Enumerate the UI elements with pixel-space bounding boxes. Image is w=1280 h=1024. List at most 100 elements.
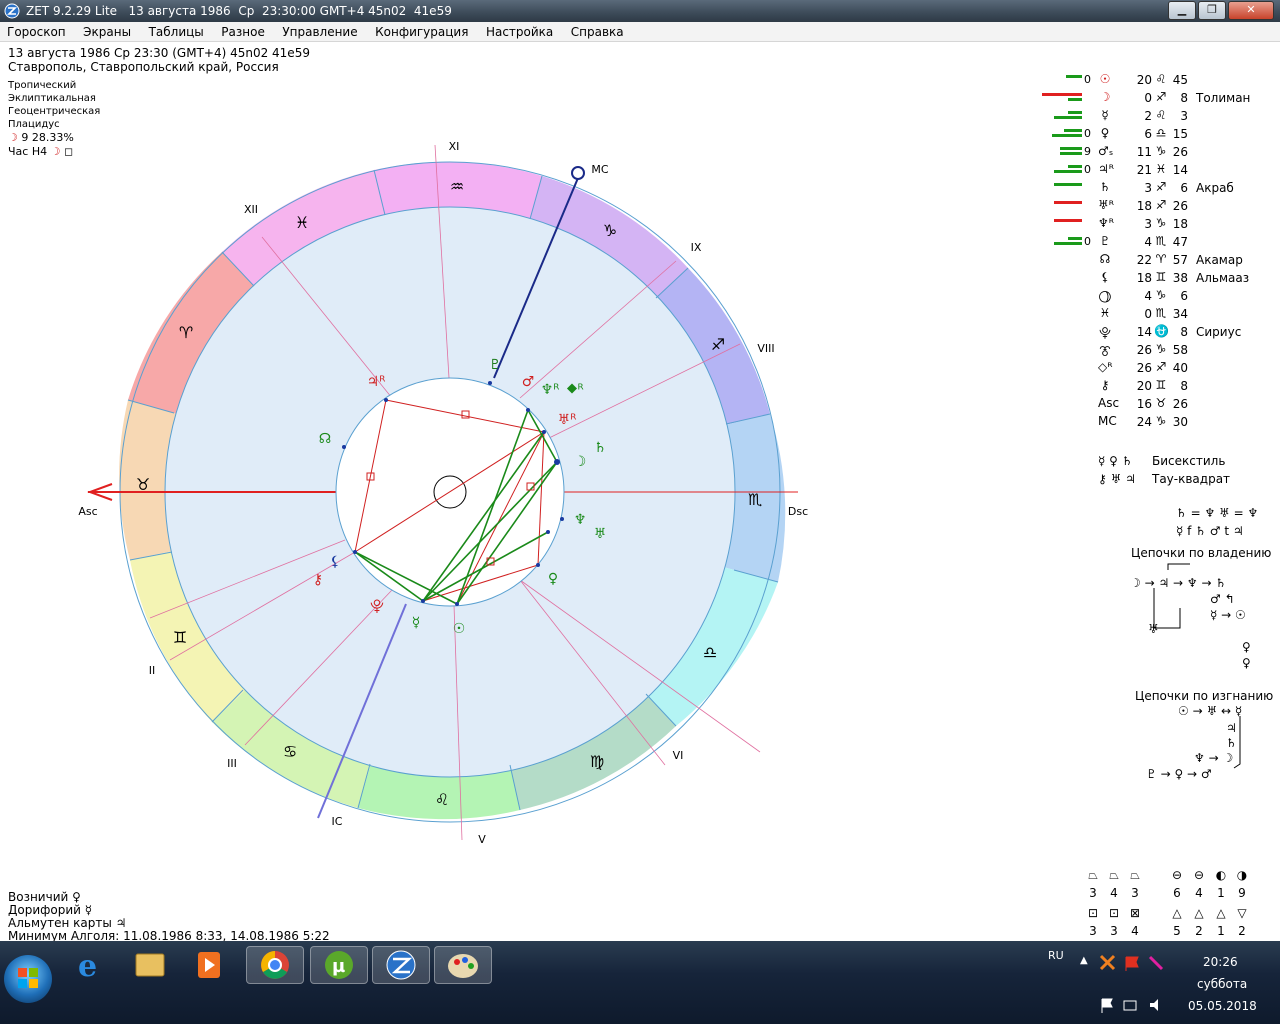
menu-tables[interactable]: Таблицы xyxy=(142,22,211,39)
planet-row[interactable]: 0 ♇ 4 ♏ 47 xyxy=(1030,234,1280,252)
minimize-button[interactable]: ▁ xyxy=(1168,1,1196,20)
planet-sign-icon: ♓ xyxy=(1155,162,1167,176)
strength-bar-1 xyxy=(1068,237,1082,240)
sign-sagittarius-icon: ♐ xyxy=(711,335,725,354)
maximize-button[interactable]: ❐ xyxy=(1198,1,1226,20)
count-symbol-icon: ⏢ xyxy=(1088,868,1098,882)
paint-taskbar-button[interactable] xyxy=(434,946,492,984)
house-xi-label: XI xyxy=(449,140,460,153)
planet-row[interactable]: Asc 16 ♉ 26 xyxy=(1030,396,1280,414)
mc-label: MC xyxy=(591,163,608,176)
count-value: 3 xyxy=(1131,886,1139,900)
planet-sign-icon: ♑ xyxy=(1155,342,1167,356)
clock-date[interactable]: 05.05.2018 xyxy=(1188,999,1257,1013)
planet-row[interactable]: ☿ 2 ♌ 3 xyxy=(1030,108,1280,126)
planet-row[interactable]: ♆ᴿ 3 ♑ 18 xyxy=(1030,216,1280,234)
planet-row[interactable]: ◇ᴿ 26 ♐ 40 xyxy=(1030,360,1280,378)
media-taskbar-button[interactable] xyxy=(182,946,238,982)
planet-row[interactable]: 0 ♃ᴿ 21 ♓ 14 xyxy=(1030,162,1280,180)
strength-bars xyxy=(1036,255,1082,267)
strength-bars xyxy=(1036,147,1082,159)
fixed-star: Толиман xyxy=(1196,91,1251,105)
start-button[interactable] xyxy=(4,955,52,1003)
planet-degree: 18 xyxy=(1136,199,1152,213)
planet-minute: 26 xyxy=(1172,145,1188,159)
network-icon xyxy=(1123,1000,1137,1011)
planet-minute: 8 xyxy=(1180,325,1188,339)
planet-degree: 6 xyxy=(1144,127,1152,141)
doryphoros: Дорифорий ☿ xyxy=(8,903,93,917)
ic-label: IC xyxy=(332,815,343,828)
planet-glyph-icon: ⚸ xyxy=(1100,270,1110,284)
menu-screens[interactable]: Экраны xyxy=(76,22,138,39)
strength-bars xyxy=(1036,309,1082,321)
svg-text:µ: µ xyxy=(332,956,345,977)
menu-settings[interactable]: Настройка xyxy=(479,22,560,39)
planet-row[interactable]: ♅ᴿ 18 ♐ 26 xyxy=(1030,198,1280,216)
menu-misc[interactable]: Разное xyxy=(214,22,272,39)
planet-row[interactable]: 9 ♂ₛ 11 ♑ 26 xyxy=(1030,144,1280,162)
count-value: 1 xyxy=(1217,924,1225,938)
planet-degree: 20 xyxy=(1136,73,1152,87)
strength-bars xyxy=(1036,291,1082,303)
explorer-taskbar-button[interactable] xyxy=(122,946,178,982)
chrome-taskbar-button[interactable] xyxy=(246,946,304,984)
planet-row[interactable]: ⯖ 4 ♑ 6 xyxy=(1030,288,1280,306)
planet-degree: 26 xyxy=(1136,343,1152,357)
chiron-chart-icon: ⚷ xyxy=(313,572,323,588)
planet-minute: 45 xyxy=(1172,73,1188,87)
planet-glyph-icon: ♓︎ xyxy=(1099,306,1111,320)
menu-configuration[interactable]: Конфигурация xyxy=(368,22,475,39)
strength-bars xyxy=(1036,183,1082,195)
strength-bar-2 xyxy=(1060,152,1082,155)
planet-row[interactable]: ⚷ 20 ♊ 8 xyxy=(1030,378,1280,396)
planet-row[interactable]: ♄ 3 ♐ 6 Акраб xyxy=(1030,180,1280,198)
planet-glyph-icon: ☉ xyxy=(1099,72,1111,86)
moon-chart-icon: ☽ xyxy=(574,454,587,470)
ie-taskbar-button[interactable]: e xyxy=(62,946,118,984)
strength-bars xyxy=(1036,273,1082,285)
planet-row[interactable]: 0 ♀ 6 ♎ 15 xyxy=(1030,126,1280,144)
planet-row[interactable]: MC 24 ♑ 30 xyxy=(1030,414,1280,432)
planet-digit: 0 xyxy=(1084,163,1091,176)
language-indicator[interactable]: RU xyxy=(1048,949,1064,962)
jupiter-chart-icon: ♃ᴿ xyxy=(367,374,386,390)
house-xii-label: XII xyxy=(244,203,258,216)
planet-row[interactable]: ☽ 0 ♐ 8 Толиман xyxy=(1030,90,1280,108)
planet-sign-icon: ♑ xyxy=(1155,216,1167,230)
clock-day[interactable]: суббота xyxy=(1197,977,1247,991)
utorrent-taskbar-button[interactable]: µ xyxy=(310,946,368,984)
window-titlebar[interactable]: ZET 9.2.29 Lite 13 августа 1986 Ср 23:30… xyxy=(0,0,1280,22)
planet-row[interactable]: ☊ 22 ♈ 57 Акамар xyxy=(1030,252,1280,270)
planet-row[interactable]: ⯓ 14 ⛎ 8 Сириус xyxy=(1030,324,1280,342)
planet-row[interactable]: ♓︎ 0 ♏ 34 xyxy=(1030,306,1280,324)
close-button[interactable]: ✕ xyxy=(1228,1,1274,20)
natal-chart-wheel[interactable]: ♒ ♑ ♓ ♐ ♈ ♏ ♉ ♎ ♊ ♍ ♋ ♌ XI MC XII IX VII… xyxy=(70,130,830,860)
tray-icons-row2[interactable] xyxy=(1098,995,1168,1015)
sign-leo-icon: ♌ xyxy=(435,790,449,809)
planet-row[interactable]: ⚸ 18 ♊ 38 Альмааз xyxy=(1030,270,1280,288)
planet-glyph-icon: ☊ xyxy=(1099,252,1111,266)
exile-chain-4: ♆ → ☽ xyxy=(1194,751,1234,765)
strength-bar-2 xyxy=(1052,134,1082,137)
house-system: Плацидус xyxy=(8,119,60,130)
tray-expand-icon[interactable]: ▲ xyxy=(1080,955,1088,966)
sign-aries-icon: ♈ xyxy=(179,323,193,342)
menu-control[interactable]: Управление xyxy=(275,22,364,39)
planet-degree: 14 xyxy=(1136,325,1152,339)
lilith2-chart-icon: ⚸ xyxy=(330,554,340,570)
count-symbol-icon: △ xyxy=(1172,906,1182,920)
menu-help[interactable]: Справка xyxy=(564,22,631,39)
center-type: Геоцентрическая xyxy=(8,106,101,117)
clock-time[interactable]: 20:26 xyxy=(1203,955,1238,969)
zet-taskbar-button[interactable] xyxy=(372,946,430,984)
menu-horoscope[interactable]: Гороскоп xyxy=(0,22,73,39)
strength-bars xyxy=(1036,219,1082,231)
planet-row[interactable]: 0 ☉ 20 ♌ 45 xyxy=(1030,72,1280,90)
tray-icons[interactable] xyxy=(1098,953,1168,973)
planet-row[interactable]: ⯔ 26 ♑ 58 xyxy=(1030,342,1280,360)
planet-minute: 18 xyxy=(1172,217,1188,231)
rulership-chain-5: ♀ xyxy=(1242,640,1251,654)
aspect-tsquare-glyphs: ⚷ ♅ ♃ xyxy=(1098,472,1136,486)
count-value: 2 xyxy=(1238,924,1246,938)
